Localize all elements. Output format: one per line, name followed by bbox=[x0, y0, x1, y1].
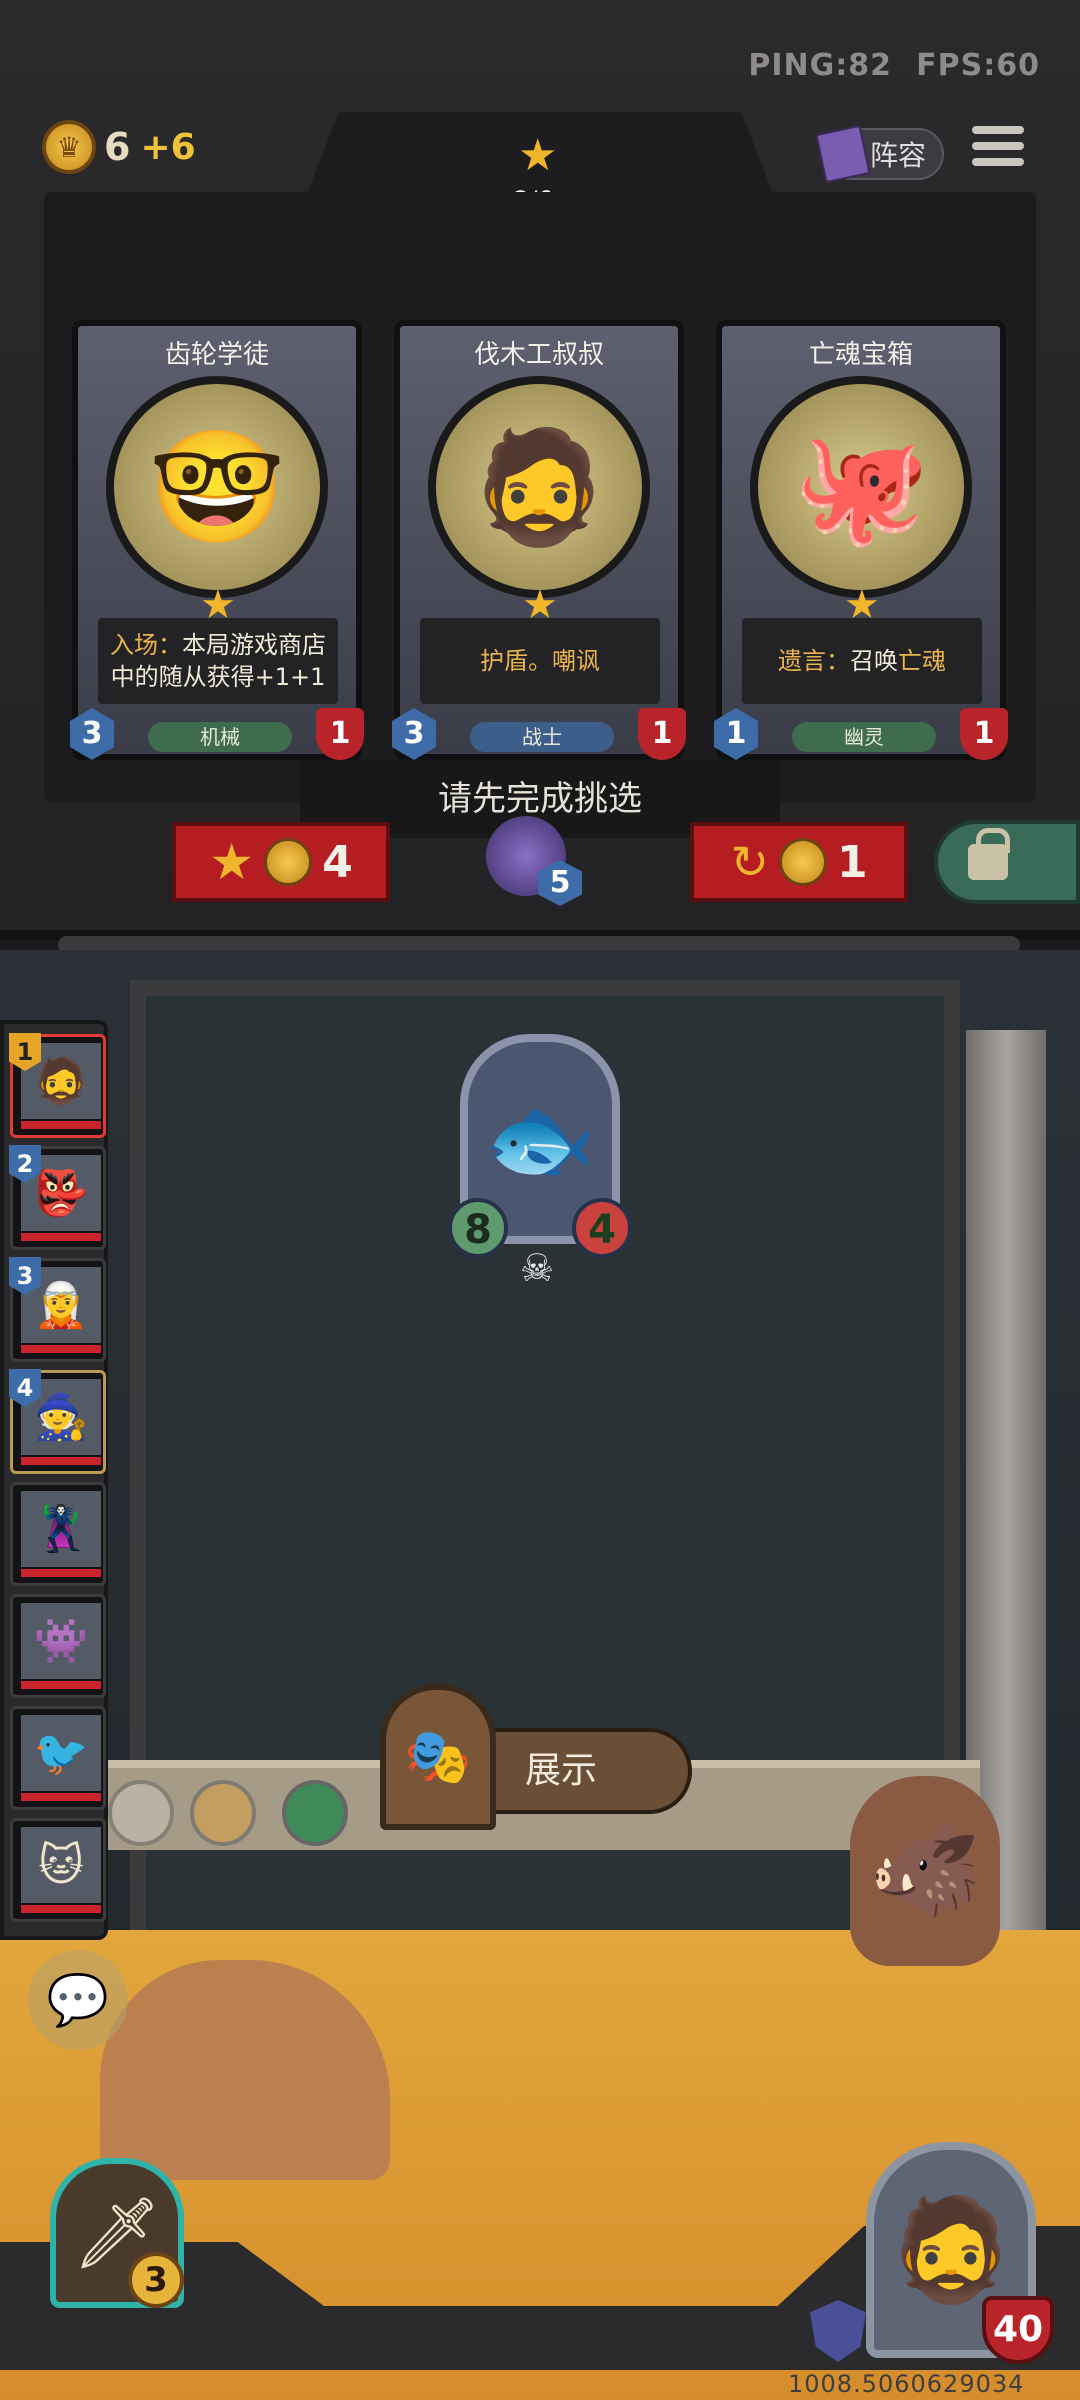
card-portrait: 🤓 bbox=[106, 376, 328, 598]
book-icon bbox=[815, 124, 871, 184]
tribe-tag: 机械 bbox=[148, 722, 292, 752]
opponent-slot[interactable]: 🐱 bbox=[10, 1818, 106, 1922]
opponent-slot[interactable]: 🧙 4 bbox=[9, 1369, 106, 1474]
desc-keyword: 护盾。嘲讽 bbox=[480, 647, 600, 675]
gold-income: +6 bbox=[140, 126, 196, 168]
desc-keyword: 遗言： bbox=[778, 647, 850, 675]
menu-icon[interactable] bbox=[972, 126, 1024, 178]
opponent-health-bar bbox=[21, 1681, 101, 1689]
card-description: 遗言：召唤亡魂 bbox=[742, 618, 982, 704]
opponent-avatar: 🐱 bbox=[21, 1827, 101, 1903]
card-0[interactable]: 齿轮学徒 🤓 ★ 入场：本局游戏商店中的随从获得+1+1 机械 3 1 bbox=[70, 320, 364, 760]
card-description: 入场：本局游戏商店中的随从获得+1+1 bbox=[98, 618, 338, 704]
opponent-slot[interactable]: 🧔 1 bbox=[9, 1033, 106, 1138]
coin-icon bbox=[42, 120, 96, 174]
star-icon: ★ bbox=[518, 130, 558, 181]
opponent-avatar: 👾 bbox=[21, 1603, 101, 1679]
coin-icon bbox=[778, 838, 827, 886]
card-name: 亡魂宝箱 bbox=[808, 340, 913, 370]
card-2[interactable]: 亡魂宝箱 🐙 ★ 遗言：召唤亡魂 幽灵 1 1 bbox=[714, 320, 1008, 760]
shop-panel: PING:82 FPS:60 6 +6 ★ 2/6 阵容 齿轮学徒 🤓 ★ 入场… bbox=[0, 0, 1080, 940]
lock-shop-button[interactable] bbox=[934, 820, 1080, 904]
mask-door-icon[interactable]: 🎭 bbox=[380, 1684, 496, 1830]
opponent-slot[interactable]: 👺 2 bbox=[9, 1145, 106, 1250]
health-value: 1 bbox=[316, 708, 364, 760]
lineup-label: 阵容 bbox=[870, 139, 927, 172]
attack-value: 3 bbox=[70, 708, 114, 760]
board-token[interactable] bbox=[108, 1780, 174, 1846]
opponent-list: 🧔 1 👺 2 🧝 3 🧙 4 🦹 👾 🐦 🐱 bbox=[0, 1020, 108, 1940]
opponent-health-bar bbox=[21, 1569, 101, 1577]
tribe-tag: 幽灵 bbox=[792, 722, 936, 752]
opponent-slot[interactable]: 👾 bbox=[10, 1594, 106, 1698]
enemy-attack: 8 bbox=[448, 1198, 508, 1258]
card-name: 齿轮学徒 bbox=[164, 340, 269, 370]
opponent-health-bar bbox=[21, 1345, 101, 1353]
star-up-icon: ★ bbox=[209, 833, 255, 891]
opponent-health-bar bbox=[21, 1121, 101, 1129]
refresh-cost: 1 bbox=[836, 836, 868, 888]
enemy-minion[interactable]: 🐟 8 4 ☠ bbox=[448, 1034, 632, 1290]
tribe-tag: 战士 bbox=[470, 722, 614, 752]
opponent-slot[interactable]: 🦹 bbox=[10, 1482, 106, 1586]
attack-value: 1 bbox=[714, 708, 758, 760]
card-portrait: 🧔 bbox=[428, 376, 650, 598]
card-name: 伐木工叔叔 bbox=[473, 340, 604, 370]
refresh-icon: ↻ bbox=[730, 835, 769, 889]
skull-icon: ☠ bbox=[520, 1246, 555, 1290]
opponent-health-bar bbox=[21, 1457, 101, 1465]
pig-mascot: 🐗 bbox=[850, 1776, 1000, 1966]
chat-icon: 💬 bbox=[46, 1970, 110, 2029]
version-text: 1008.5060629034 bbox=[788, 2370, 1025, 2398]
board-token[interactable] bbox=[190, 1780, 256, 1846]
opponent-health-bar bbox=[21, 1233, 101, 1241]
refresh-shop-button[interactable]: ↻ 1 bbox=[690, 822, 908, 902]
upgrade-tavern-button[interactable]: ★ 4 bbox=[172, 822, 390, 902]
board-token[interactable] bbox=[282, 1780, 348, 1846]
lineup-button[interactable]: 阵容 bbox=[815, 124, 944, 184]
opponent-avatar: 🐦 bbox=[21, 1715, 101, 1791]
desc-text: 召唤 bbox=[850, 647, 898, 675]
desc-keyword: 入场： bbox=[110, 631, 182, 659]
health-value: 1 bbox=[638, 708, 686, 760]
gold-value: 6 bbox=[104, 125, 131, 169]
opponent-slot[interactable]: 🧝 3 bbox=[9, 1257, 106, 1362]
fps-readout: FPS:60 bbox=[916, 48, 1040, 83]
enemy-health: 4 bbox=[572, 1198, 632, 1258]
opponent-slot[interactable]: 🐦 bbox=[10, 1706, 106, 1810]
opponent-avatar: 🦹 bbox=[21, 1491, 101, 1567]
coin-icon bbox=[264, 838, 313, 886]
hero-skill-cost: 3 bbox=[128, 2252, 184, 2308]
attack-value: 3 bbox=[392, 708, 436, 760]
gold-display: 6 +6 bbox=[42, 120, 196, 174]
opponent-health-bar bbox=[21, 1793, 101, 1801]
health-value: 1 bbox=[960, 708, 1008, 760]
lock-icon bbox=[968, 828, 1010, 880]
upgrade-cost: 4 bbox=[322, 836, 353, 888]
card-portrait: 🐙 bbox=[750, 376, 972, 598]
chat-button[interactable]: 💬 bbox=[28, 1950, 128, 2050]
card-description: 护盾。嘲讽 bbox=[420, 618, 660, 704]
desc-keyword: 亡魂 bbox=[898, 647, 946, 675]
spirit-resource: 5 bbox=[486, 816, 596, 912]
ping-readout: PING:82 bbox=[748, 48, 892, 83]
opponent-health-bar bbox=[21, 1905, 101, 1913]
card-1[interactable]: 伐木工叔叔 🧔 ★ 护盾。嘲讽 战士 3 1 bbox=[392, 320, 686, 760]
